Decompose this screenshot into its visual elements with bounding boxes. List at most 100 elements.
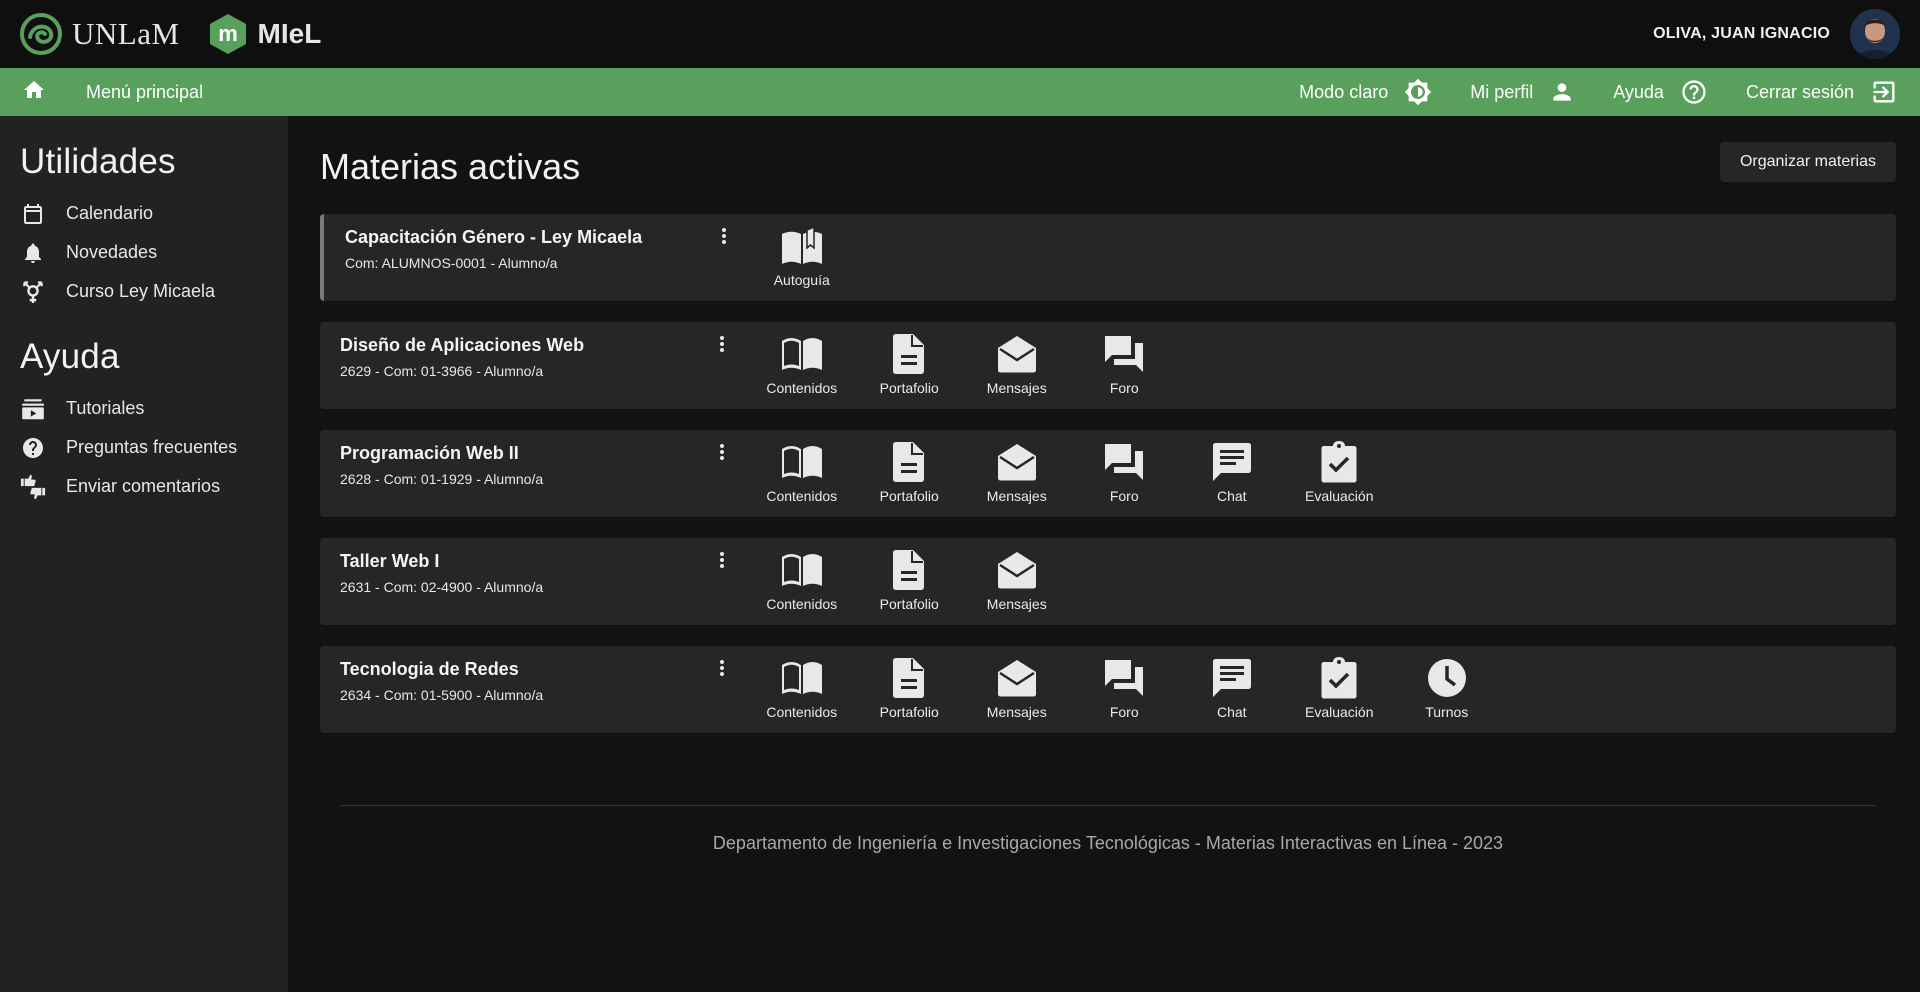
mail-open-icon [995,440,1039,484]
tool-mensajes[interactable]: Mensajes [963,440,1071,504]
tool-portafolio[interactable]: Portafolio [856,656,964,720]
more-vert-icon [719,443,725,466]
course-name[interactable]: Tecnologia de Redes [340,659,543,680]
tool-label: Evaluación [1305,488,1374,504]
document-icon [887,440,931,484]
tool-foro[interactable]: Foro [1071,656,1179,720]
logout-link[interactable]: Cerrar sesión [1746,78,1898,106]
top-bar: UNLaM m MIeL OLIVA, JUAN IGNACIO [0,0,1920,68]
tool-label: Portafolio [879,596,939,612]
course-options-button[interactable] [712,442,732,466]
page-title: Materias activas [320,146,581,187]
main-menu-link[interactable]: Menú principal [86,82,203,103]
sidebar-item-tutoriales[interactable]: Tutoriales [20,389,268,428]
forum-icon [1102,332,1146,376]
course-details: 2631 - Com: 02-4900 - Alumno/a [340,579,544,595]
sidebar-item-label: Tutoriales [66,398,145,418]
organize-courses-button[interactable]: Organizar materias [1719,142,1896,182]
tool-foro[interactable]: Foro [1071,332,1179,396]
sidebar-item-novedades[interactable]: Novedades [20,233,268,272]
profile-link[interactable]: Mi perfil [1470,79,1575,105]
tool-mensajes[interactable]: Mensajes [963,332,1071,396]
tool-label: Chat [1216,488,1247,504]
tool-label: Contenidos [766,596,838,612]
course-options-button[interactable] [712,334,732,358]
main-content: Materias activas Organizar materias Capa… [320,116,1896,754]
course-options-button[interactable] [712,658,732,682]
footer-divider [340,805,1876,806]
course-name[interactable]: Capacitación Género - Ley Micaela [345,227,642,248]
tool-contenidos[interactable]: Contenidos [748,656,856,720]
tool-foro[interactable]: Foro [1071,440,1179,504]
utilities-heading: Utilidades [20,142,176,181]
miel-logo[interactable]: m MIeL [208,14,322,54]
brightness-icon [1404,78,1432,106]
miel-logo-text: MIeL [257,18,322,49]
help-label: Ayuda [1613,81,1664,102]
course-card: Capacitación Género - Ley Micaela Com: A… [320,214,1896,301]
document-icon [887,548,931,592]
course-name[interactable]: Diseño de Aplicaciones Web [340,335,584,356]
miel-logo-mark: m [218,21,238,46]
help-heading: Ayuda [20,337,120,376]
document-icon [887,656,931,700]
tool-label: Mensajes [986,596,1047,612]
tool-chat[interactable]: Chat [1178,656,1286,720]
unlam-logo[interactable]: UNLaM [20,13,180,55]
tool-mensajes[interactable]: Mensajes [963,656,1071,720]
course-name[interactable]: Taller Web I [340,551,543,572]
clipboard-check-icon [1317,440,1361,484]
tool-portafolio[interactable]: Portafolio [856,548,964,612]
sidebar: Utilidades Calendario Novedades Curso Le… [0,116,288,992]
video-library-icon [20,396,46,422]
book-icon [780,656,824,700]
book-icon [780,332,824,376]
sidebar-item-preguntas-frecuentes[interactable]: Preguntas frecuentes [20,428,268,467]
logout-icon [1870,78,1898,106]
profile-label: Mi perfil [1470,81,1534,102]
book-icon [780,548,824,592]
tool-contenidos[interactable]: Contenidos [748,332,856,396]
course-options-button[interactable] [714,226,734,250]
light-mode-label: Modo claro [1299,81,1389,102]
chat-icon [1210,656,1254,700]
sidebar-item-calendario[interactable]: Calendario [20,194,268,233]
main-navbar: Menú principal Modo claro Mi perfil Ayud… [0,68,1920,116]
sidebar-item-label: Calendario [66,203,154,223]
tool-contenidos[interactable]: Contenidos [748,548,856,612]
tool-turnos[interactable]: Turnos [1393,656,1501,720]
sidebar-item-label: Curso Ley Micaela [66,281,216,301]
course-options-button[interactable] [712,550,732,574]
tool-autoguia[interactable]: Autoguía [748,224,856,288]
avatar[interactable] [1850,9,1900,59]
tool-portafolio[interactable]: Portafolio [856,332,964,396]
course-details: 2634 - Com: 01-5900 - Alumno/a [340,687,544,703]
mail-open-icon [995,548,1039,592]
tool-mensajes[interactable]: Mensajes [963,548,1071,612]
tool-evaluacion[interactable]: Evaluación [1286,656,1394,720]
clipboard-check-icon [1317,656,1361,700]
sidebar-item-curso-ley-micaela[interactable]: Curso Ley Micaela [20,272,268,311]
course-name[interactable]: Programación Web II [340,443,543,464]
help-circle-icon [1680,78,1708,106]
miel-logo-icon: m [208,14,248,54]
course-card: Tecnologia de Redes 2634 - Com: 01-5900 … [320,646,1896,733]
sidebar-item-label: Novedades [66,242,158,262]
tool-chat[interactable]: Chat [1178,440,1286,504]
sidebar-item-enviar-comentarios[interactable]: Enviar comentarios [20,467,268,506]
calendar-icon [20,201,46,227]
tool-label: Autoguía [773,272,830,288]
home-button[interactable] [22,78,46,107]
tool-label: Portafolio [879,380,939,396]
tool-portafolio[interactable]: Portafolio [856,440,964,504]
tool-label: Portafolio [879,488,939,504]
more-vert-icon [721,227,727,250]
tool-contenidos[interactable]: Contenidos [748,440,856,504]
thumbs-icon [20,474,46,500]
user-name[interactable]: OLIVA, JUAN IGNACIO [1653,25,1830,43]
help-link[interactable]: Ayuda [1613,78,1708,106]
tool-evaluacion[interactable]: Evaluación [1286,440,1394,504]
sidebar-item-label: Enviar comentarios [66,476,221,496]
light-mode-toggle[interactable]: Modo claro [1299,78,1432,106]
forum-icon [1102,656,1146,700]
